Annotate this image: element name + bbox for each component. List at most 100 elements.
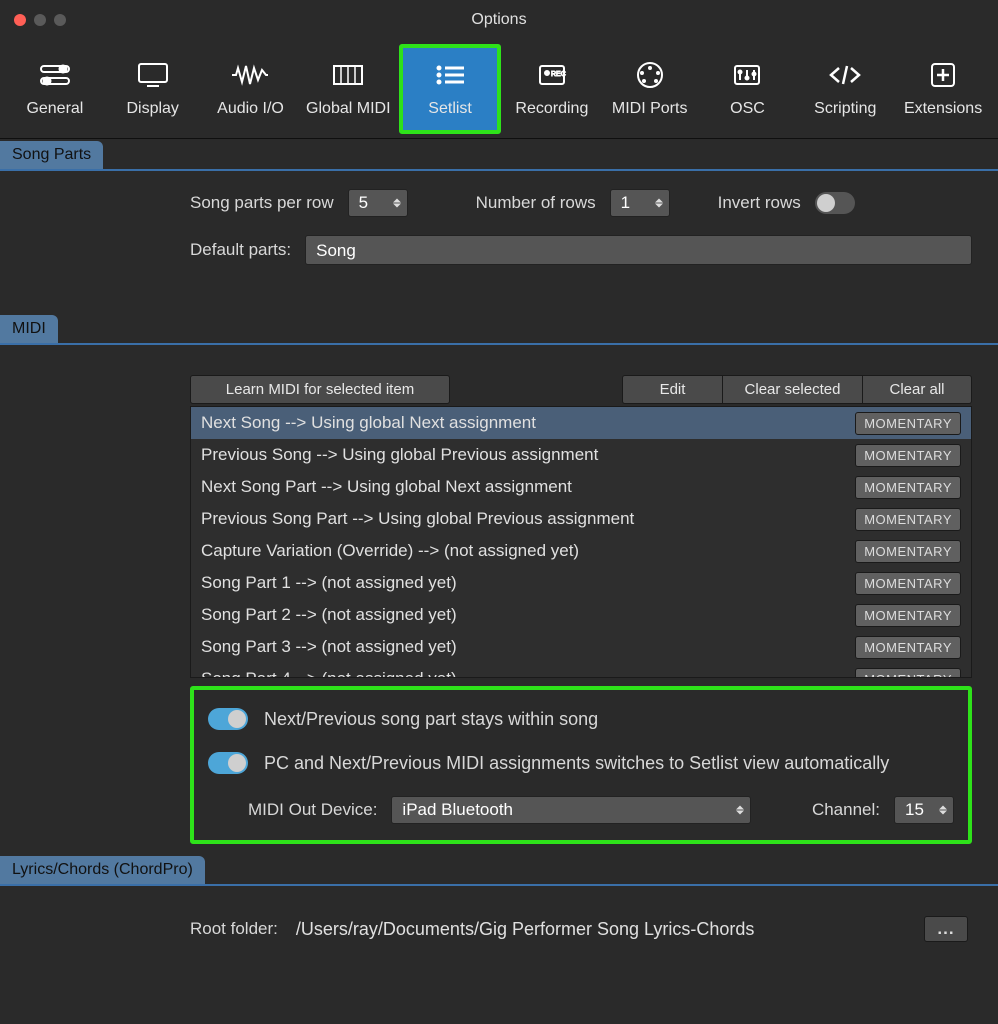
code-icon (825, 60, 865, 90)
section-midi: MIDI Learn MIDI for selected item Edit C… (0, 313, 998, 854)
assignment-text: Song Part 2 --> (not assigned yet) (201, 605, 855, 625)
section-song-parts: Song Parts Song parts per row 5 Number o… (0, 139, 998, 313)
mixer-icon (727, 60, 767, 90)
browse-button[interactable]: ... (924, 916, 968, 942)
midi-assignment-row[interactable]: Next Song --> Using global Next assignme… (191, 407, 971, 439)
midi-assignment-row[interactable]: Capture Variation (Override) --> (not as… (191, 535, 971, 567)
clear-selected-button[interactable]: Clear selected (722, 375, 862, 404)
momentary-badge[interactable]: MOMENTARY (855, 572, 961, 595)
learn-midi-button[interactable]: Learn MIDI for selected item (190, 375, 450, 404)
titlebar: Options (0, 0, 998, 40)
midi-toolbar: Learn MIDI for selected item Edit Clear … (190, 375, 972, 404)
default-parts-label: Default parts: (190, 240, 291, 260)
tab-audio-io[interactable]: Audio I/O (204, 44, 298, 134)
stay-within-song-label: Next/Previous song part stays within son… (264, 709, 598, 730)
momentary-badge[interactable]: MOMENTARY (855, 668, 961, 679)
assignment-text: Previous Song --> Using global Previous … (201, 445, 855, 465)
midi-assignment-row[interactable]: Song Part 1 --> (not assigned yet)MOMENT… (191, 567, 971, 599)
midi-assignment-row[interactable]: Previous Song --> Using global Previous … (191, 439, 971, 471)
select-value: 15 (905, 800, 924, 820)
monitor-icon (133, 60, 173, 90)
midi-assignment-row[interactable]: Song Part 4 --> (not assigned yet)MOMENT… (191, 663, 971, 678)
tab-label: General (26, 100, 83, 118)
tab-display[interactable]: Display (106, 44, 200, 134)
assignment-text: Song Part 4 --> (not assigned yet) (201, 669, 855, 678)
chevron-updown-icon (939, 806, 947, 815)
select-value: 1 (621, 193, 630, 213)
assignment-text: Next Song Part --> Using global Next ass… (201, 477, 855, 497)
stay-within-song-toggle[interactable] (208, 708, 248, 730)
clear-all-button[interactable]: Clear all (862, 375, 972, 404)
momentary-badge[interactable]: MOMENTARY (855, 476, 961, 499)
tab-scripting[interactable]: Scripting (798, 44, 892, 134)
invert-rows-toggle[interactable] (815, 192, 855, 214)
invert-rows-label: Invert rows (718, 193, 801, 213)
tab-midi-ports[interactable]: MIDI Ports (603, 44, 697, 134)
song-parts-per-row-select[interactable]: 5 (348, 189, 408, 217)
tab-label: Display (126, 100, 178, 118)
momentary-badge[interactable]: MOMENTARY (855, 444, 961, 467)
sliders-icon (35, 60, 75, 90)
midi-options-highlighted: Next/Previous song part stays within son… (190, 686, 972, 844)
tab-label: Setlist (428, 100, 472, 118)
default-parts-input[interactable]: Song (305, 235, 972, 265)
number-of-rows-label: Number of rows (476, 193, 596, 213)
midi-out-device-select[interactable]: iPad Bluetooth (391, 796, 751, 824)
tab-global-midi[interactable]: Global MIDI (301, 44, 395, 134)
assignment-text: Previous Song Part --> Using global Prev… (201, 509, 855, 529)
svg-text:REC: REC (551, 71, 566, 78)
tab-osc[interactable]: OSC (701, 44, 795, 134)
auto-switch-setlist-toggle[interactable] (208, 752, 248, 774)
chevron-updown-icon (736, 806, 744, 815)
tab-general[interactable]: General (8, 44, 102, 134)
tab-label: MIDI Ports (612, 100, 688, 118)
root-folder-path: /Users/ray/Documents/Gig Performer Song … (296, 919, 906, 940)
momentary-badge[interactable]: MOMENTARY (855, 540, 961, 563)
tab-label: Audio I/O (217, 100, 284, 118)
midi-assignments-list: Next Song --> Using global Next assignme… (190, 406, 972, 678)
momentary-badge[interactable]: MOMENTARY (855, 636, 961, 659)
tab-label: OSC (730, 100, 765, 118)
midi-out-device-label: MIDI Out Device: (248, 800, 377, 820)
tab-setlist[interactable]: Setlist (399, 44, 501, 134)
midi-port-icon (630, 60, 670, 90)
song-parts-per-row-label: Song parts per row (190, 193, 334, 213)
momentary-badge[interactable]: MOMENTARY (855, 412, 961, 435)
tab-label: Recording (515, 100, 588, 118)
tab-label: Scripting (814, 100, 876, 118)
assignment-text: Song Part 3 --> (not assigned yet) (201, 637, 855, 657)
chevron-updown-icon (393, 199, 401, 208)
section-header-song-parts: Song Parts (0, 141, 103, 169)
tab-strip: General Display Audio I/O Global MIDI Se… (0, 40, 998, 138)
tab-label: Global MIDI (306, 100, 390, 118)
momentary-badge[interactable]: MOMENTARY (855, 508, 961, 531)
section-header-lyrics: Lyrics/Chords (ChordPro) (0, 856, 205, 884)
midi-assignment-row[interactable]: Next Song Part --> Using global Next ass… (191, 471, 971, 503)
plus-icon (923, 60, 963, 90)
edit-button[interactable]: Edit (622, 375, 722, 404)
assignment-text: Next Song --> Using global Next assignme… (201, 413, 855, 433)
midi-assignment-row[interactable]: Previous Song Part --> Using global Prev… (191, 503, 971, 535)
chevron-updown-icon (655, 199, 663, 208)
tab-label: Extensions (904, 100, 982, 118)
tab-recording[interactable]: REC Recording (505, 44, 599, 134)
root-folder-label: Root folder: (190, 919, 278, 939)
midi-list-scroll[interactable]: Next Song --> Using global Next assignme… (191, 407, 971, 678)
list-icon (430, 60, 470, 90)
assignment-text: Song Part 1 --> (not assigned yet) (201, 573, 855, 593)
midi-assignment-row[interactable]: Song Part 2 --> (not assigned yet)MOMENT… (191, 599, 971, 631)
select-value: 5 (359, 193, 368, 213)
waveform-icon (230, 60, 270, 90)
window-title: Options (0, 11, 998, 29)
tab-extensions[interactable]: Extensions (896, 44, 990, 134)
assignment-text: Capture Variation (Override) --> (not as… (201, 541, 855, 561)
section-lyrics-chords: Lyrics/Chords (ChordPro) Root folder: /U… (0, 854, 998, 972)
momentary-badge[interactable]: MOMENTARY (855, 604, 961, 627)
select-value: iPad Bluetooth (402, 800, 513, 820)
number-of-rows-select[interactable]: 1 (610, 189, 670, 217)
auto-switch-setlist-label: PC and Next/Previous MIDI assignments sw… (264, 753, 889, 774)
channel-select[interactable]: 15 (894, 796, 954, 824)
channel-label: Channel: (812, 800, 880, 820)
midi-assignment-row[interactable]: Song Part 3 --> (not assigned yet)MOMENT… (191, 631, 971, 663)
piano-icon (328, 60, 368, 90)
